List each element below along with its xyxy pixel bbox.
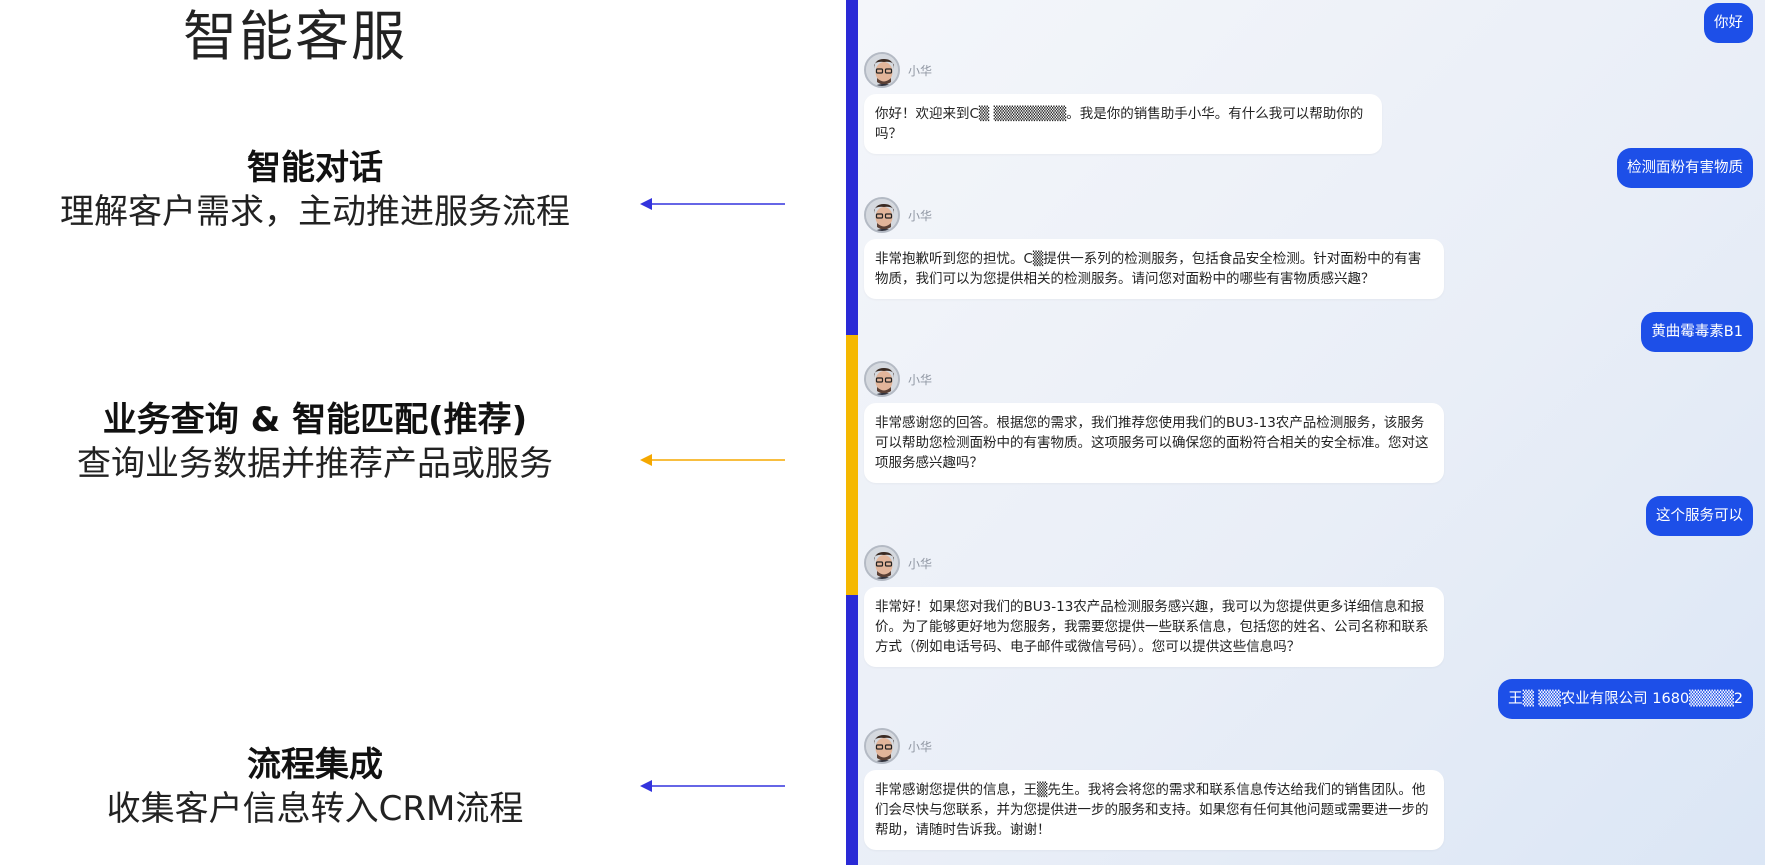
- feature-business-query: 业务查询 & 智能匹配(推荐) 查询业务数据并推荐产品或服务: [0, 398, 630, 486]
- avatar-icon: [866, 730, 898, 762]
- feature-description: 查询业务数据并推荐产品或服务: [77, 444, 553, 484]
- arrow-left-icon: [640, 780, 785, 792]
- accent-bar-dialogue: [846, 0, 858, 335]
- bot-name: 小华: [908, 372, 933, 387]
- page-title: 智能客服: [183, 5, 407, 68]
- feature-dialogue: 智能对话 理解客户需求，主动推进服务流程: [0, 146, 630, 234]
- bot-name: 小华: [908, 63, 933, 78]
- user-message: 这个服务可以: [1646, 496, 1753, 536]
- bot-avatar: [864, 361, 900, 397]
- avatar-icon: [866, 547, 898, 579]
- arrow-left-icon: [640, 454, 785, 466]
- avatar-icon: [866, 199, 898, 231]
- feature-title: 流程集成: [247, 745, 383, 785]
- user-message: 王▒ ▒▒农业有限公司 1680▒▒▒▒2: [1498, 679, 1753, 719]
- bot-bubble: 非常感谢您提供的信息，王▒先生。我将会将您的需求和联系信息传达给我们的销售团队。…: [864, 770, 1444, 850]
- bot-name: 小华: [908, 208, 933, 223]
- user-message: 检测面粉有害物质: [1617, 148, 1753, 188]
- bot-bubble: 非常抱歉听到您的担忧。C▒提供一系列的检测服务，包括食品安全检测。针对面粉中的有…: [864, 239, 1444, 299]
- bot-message: 小华 非常好！如果您对我们的BU3-13农产品检测服务感兴趣，我可以为您提供更多…: [864, 543, 1444, 667]
- avatar-icon: [866, 54, 898, 86]
- user-message: 黄曲霉毒素B1: [1641, 312, 1753, 352]
- bot-avatar: [864, 545, 900, 581]
- accent-bar-business: [846, 335, 858, 595]
- bot-name: 小华: [908, 739, 933, 754]
- bot-bubble: 你好！欢迎来到C▒ ▒▒▒▒▒▒▒。我是你的销售助手小华。有什么我可以帮助你的吗…: [864, 94, 1382, 154]
- bot-name: 小华: [908, 556, 933, 571]
- accent-bar-process: [846, 595, 858, 865]
- feature-description: 理解客户需求，主动推进服务流程: [60, 192, 570, 232]
- bot-avatar: [864, 52, 900, 88]
- chat-panel[interactable]: 你好 小华 你好！欢迎来到C▒ ▒▒▒▒▒▒▒。我是你的销售助手小华。有什么我可…: [858, 0, 1765, 865]
- bot-message: 小华 你好！欢迎来到C▒ ▒▒▒▒▒▒▒。我是你的销售助手小华。有什么我可以帮助…: [864, 50, 1382, 154]
- user-message: 你好: [1704, 3, 1753, 43]
- bot-bubble: 非常感谢您的回答。根据您的需求，我们推荐您使用我们的BU3-13农产品检测服务，…: [864, 403, 1444, 483]
- bot-message: 小华 非常抱歉听到您的担忧。C▒提供一系列的检测服务，包括食品安全检测。针对面粉…: [864, 195, 1444, 299]
- feature-description: 收集客户信息转入CRM流程: [106, 789, 524, 829]
- bot-avatar: [864, 197, 900, 233]
- feature-title: 业务查询 & 智能匹配(推荐): [102, 400, 528, 440]
- bot-avatar: [864, 728, 900, 764]
- bot-message: 小华 非常感谢您的回答。根据您的需求，我们推荐您使用我们的BU3-13农产品检测…: [864, 359, 1444, 483]
- bot-bubble: 非常好！如果您对我们的BU3-13农产品检测服务感兴趣，我可以为您提供更多详细信…: [864, 587, 1444, 667]
- bot-message: 小华 非常感谢您提供的信息，王▒先生。我将会将您的需求和联系信息传达给我们的销售…: [864, 726, 1444, 850]
- arrow-left-icon: [640, 198, 785, 210]
- avatar-icon: [866, 363, 898, 395]
- feature-title: 智能对话: [247, 148, 383, 188]
- feature-process-integration: 流程集成 收集客户信息转入CRM流程: [0, 743, 630, 831]
